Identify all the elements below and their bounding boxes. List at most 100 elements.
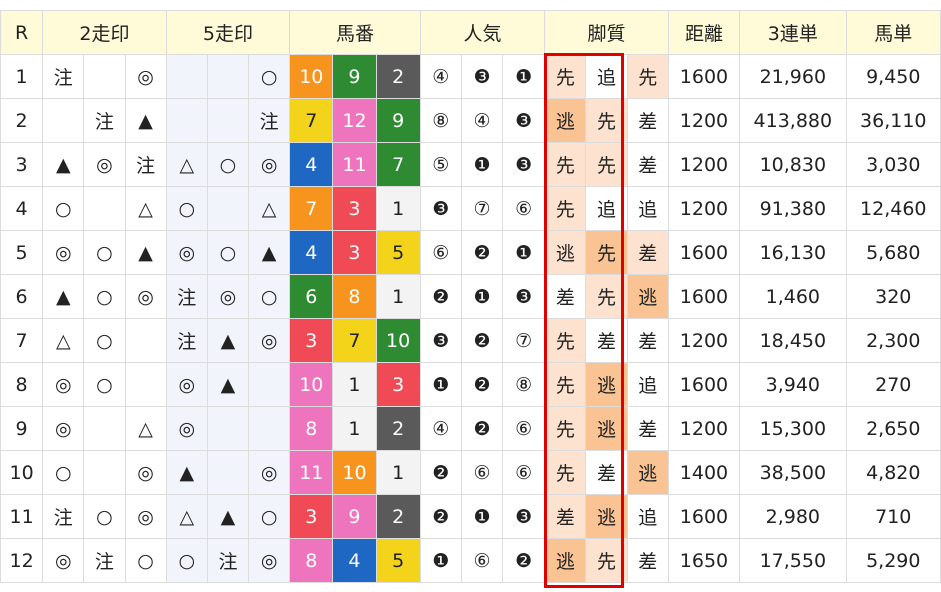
popularity-cell: ❸ (419, 186, 462, 231)
distance-cell: 1600 (667, 230, 741, 275)
exacta-payout-cell: 320 (845, 274, 941, 319)
race-number: 5 (0, 230, 44, 275)
running-style-cell: 先 (585, 98, 628, 143)
exacta-payout-cell: 3,030 (845, 142, 941, 187)
table-row[interactable]: 1 注 ◎ ○ 10 9 2 ④ ❸ ❶ 先追先 1600 21,960 9,450 (0, 54, 941, 99)
running-style-cell: 追 (585, 186, 628, 231)
mark2-cell (83, 186, 126, 231)
running-style-cell: 先 (585, 274, 628, 319)
header-mark2[interactable]: 2走印 (42, 10, 167, 55)
exacta-payout-cell: 2,300 (845, 318, 941, 363)
running-style-cell: 先 (585, 230, 628, 275)
table-row[interactable]: 5 ◎ ○ ▲ ◎ ○ ▲ 4 3 5 ⑥ ❷ ❶ 逃先差 1600 16,130 5,680 (0, 230, 941, 275)
table-row[interactable]: 2 注 ▲ 注 7 12 9 ⑧ ④ ❸ 逃先差 1200 413,880 36,110 (0, 98, 941, 143)
mark2-cell (83, 406, 126, 451)
horse-number-cell: 5 (375, 538, 421, 583)
table-row[interactable]: 7 △ ○ 注 ▲ ◎ 3 7 10 ❸ ❷ ⑦ 先差差 1200 18,450 2,300 (0, 318, 941, 363)
race-number: 12 (0, 538, 44, 583)
header-popularity[interactable]: 人気 (419, 10, 546, 55)
popularity-cell: ❶ (460, 142, 504, 187)
header-trifecta[interactable]: 3連単 (739, 10, 847, 55)
header-distance[interactable]: 距離 (667, 10, 741, 55)
exacta-payout-cell: 36,110 (845, 98, 941, 143)
horse-number-cell: 3 (332, 230, 377, 275)
horse-number-cell: 2 (375, 406, 421, 451)
mark2-cell: 注 (42, 494, 85, 539)
header-race[interactable]: R (0, 10, 44, 55)
running-style-cell: 差 (626, 230, 669, 275)
mark5-cell: ○ (248, 54, 291, 99)
distance-cell: 1600 (667, 274, 741, 319)
race-number: 3 (0, 142, 44, 187)
horse-number-cell: 12 (332, 98, 377, 143)
running-style-cell: 先 (544, 54, 587, 99)
popularity-cell: ⑥ (502, 406, 546, 451)
table-row[interactable]: 11 注 ○ ◎ △ ▲ ○ 3 9 2 ❷ ❶ ❸ 差逃追 1600 2,980 710 (0, 494, 941, 539)
header-mark5[interactable]: 5走印 (165, 10, 291, 55)
popularity-cell: ❸ (460, 54, 504, 99)
mark5-cell (206, 450, 250, 495)
trifecta-payout-cell: 91,380 (739, 186, 847, 231)
trifecta-payout-cell: 3,940 (739, 362, 847, 407)
mark5-cell: ▲ (206, 318, 250, 363)
header-exacta[interactable]: 馬単 (845, 10, 941, 55)
mark2-cell: 注 (42, 54, 85, 99)
mark5-cell: ○ (165, 538, 208, 583)
mark5-cell: △ (165, 142, 208, 187)
header-style[interactable]: 脚質 (544, 10, 669, 55)
race-number: 10 (0, 450, 44, 495)
table-row[interactable]: 3 ▲ ◎ 注 △ ○ ◎ 4 11 7 ⑤ ❶ ❸ 先先差 1200 10,830 3,030 (0, 142, 941, 187)
distance-cell: 1600 (667, 362, 741, 407)
horse-number-cell: 1 (375, 274, 421, 319)
mark2-cell: △ (42, 318, 85, 363)
mark2-cell: △ (124, 186, 167, 231)
popularity-cell: ❷ (502, 538, 546, 583)
exacta-payout-cell: 4,820 (845, 450, 941, 495)
horse-number-cell: 4 (289, 142, 334, 187)
distance-cell: 1600 (667, 54, 741, 99)
horse-number-cell: 2 (375, 494, 421, 539)
distance-cell: 1200 (667, 98, 741, 143)
running-style-cell: 差 (626, 318, 669, 363)
horse-number-cell: 5 (375, 230, 421, 275)
mark2-cell: ◎ (42, 406, 85, 451)
exacta-payout-cell: 270 (845, 362, 941, 407)
mark2-cell: 注 (83, 98, 126, 143)
mark2-cell: ○ (124, 538, 167, 583)
popularity-cell: ④ (419, 406, 462, 451)
running-style-cell: 逃 (544, 98, 587, 143)
running-style-cell: 差 (544, 494, 587, 539)
table-row[interactable]: 9 ◎ △ ◎ 8 1 2 ④ ❷ ⑥ 先逃差 1200 15,300 2,650 (0, 406, 941, 451)
race-number: 8 (0, 362, 44, 407)
mark5-cell: ○ (165, 186, 208, 231)
table-row[interactable]: 12 ◎ 注 ○ ○ 注 ◎ 8 4 5 ❶ ⑥ ❷ 逃先差 1650 17,550 5,290 (0, 538, 941, 583)
distance-cell: 1200 (667, 318, 741, 363)
popularity-cell: ❶ (419, 362, 462, 407)
mark2-cell (124, 318, 167, 363)
horse-number-cell: 4 (289, 230, 334, 275)
popularity-cell: ④ (419, 54, 462, 99)
horse-number-cell: 10 (375, 318, 421, 363)
header-horse-no[interactable]: 馬番 (289, 10, 421, 55)
mark2-cell: ◎ (124, 54, 167, 99)
horse-number-cell: 9 (332, 494, 377, 539)
mark5-cell (248, 362, 291, 407)
distance-cell: 1400 (667, 450, 741, 495)
table-row[interactable]: 4 ○ △ ○ △ 7 3 1 ❸ ⑦ ⑥ 先追追 1200 91,380 12,460 (0, 186, 941, 231)
table-row[interactable]: 8 ◎ ○ ◎ ▲ 10 1 3 ❶ ❷ ⑧ 先逃追 1600 3,940 270 (0, 362, 941, 407)
distance-cell: 1650 (667, 538, 741, 583)
mark5-cell: △ (248, 186, 291, 231)
table-row[interactable]: 10 ○ ◎ ▲ ◎ 11 10 1 ❷ ⑥ ⑥ 先差逃 1400 38,500 4,820 (0, 450, 941, 495)
popularity-cell: ❶ (419, 538, 462, 583)
table-row[interactable]: 6 ▲ ○ ◎ 注 ◎ ○ 6 8 1 ❷ ❶ ❸ 差先逃 1600 1,460 320 (0, 274, 941, 319)
running-style-cell: 逃 (544, 230, 587, 275)
popularity-cell: ❷ (460, 318, 504, 363)
race-number: 9 (0, 406, 44, 451)
running-style-cell: 先 (544, 362, 587, 407)
mark5-cell: ◎ (206, 274, 250, 319)
horse-number-cell: 1 (375, 450, 421, 495)
exacta-payout-cell: 2,650 (845, 406, 941, 451)
running-style-cell: 先 (544, 450, 587, 495)
mark5-cell: 注 (248, 98, 291, 143)
popularity-cell: ⑦ (460, 186, 504, 231)
